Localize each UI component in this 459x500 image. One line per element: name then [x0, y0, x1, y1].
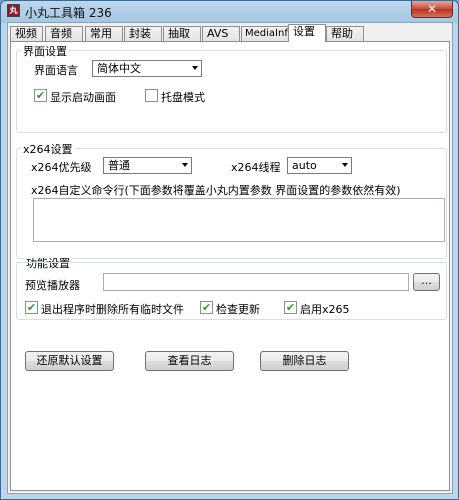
splash-label: 显示启动画面 — [50, 91, 116, 104]
view-log-button[interactable]: 查看日志 — [145, 351, 234, 371]
x264-priority-label: x264优先级 — [31, 161, 92, 174]
check-update-label: 检查更新 — [216, 303, 260, 316]
tab-mediainfo[interactable]: MediaInfo — [241, 26, 294, 41]
check-icon: ✔ — [285, 301, 296, 314]
delete-log-button[interactable]: 删除日志 — [260, 351, 349, 371]
title-bar[interactable]: 丸 小丸工具箱 236 ✕ — [1, 1, 458, 21]
language-select[interactable]: 简体中文 — [92, 60, 202, 77]
tab-mux[interactable]: 封装 — [124, 26, 162, 41]
tray-label: 托盘模式 — [161, 91, 205, 104]
tray-checkbox[interactable] — [145, 89, 158, 102]
func-settings-title: 功能设置 — [24, 255, 72, 271]
x264-priority-select[interactable]: 普通 — [103, 157, 192, 174]
x264-threads-label: x264线程 — [231, 161, 281, 174]
preview-player-label: 预览播放器 — [25, 279, 80, 292]
tab-settings[interactable]: 设置 — [288, 24, 326, 42]
chevron-down-icon — [182, 163, 188, 167]
x264-custom-cmd-label: x264自定义命令行(下面参数将覆盖小丸内置参数 界面设置的参数依然有效) — [31, 184, 401, 197]
client-area: 视频 音频 常用 封装 抽取 AVS MediaInfo 设置 帮助 界面设置 … — [7, 22, 453, 494]
delete-temp-label: 退出程序时删除所有临时文件 — [41, 303, 184, 316]
preview-player-input[interactable] — [103, 273, 409, 291]
ui-settings-group: 界面设置 界面语言 简体中文 ✔ 显示启动画面 托盘模式 — [16, 43, 447, 133]
tab-help[interactable]: 帮助 — [326, 26, 364, 41]
enable-x265-label: 启用x265 — [300, 303, 350, 316]
x264-threads-value: auto — [292, 159, 317, 172]
delete-temp-checkbox[interactable]: ✔ — [25, 301, 38, 314]
x264-custom-cmd-input[interactable] — [33, 198, 445, 242]
chevron-down-icon — [342, 163, 348, 167]
x264-priority-value: 普通 — [108, 159, 130, 172]
x264-settings-group: x264设置 x264优先级 普通 x264线程 auto x264自定义命令行… — [16, 141, 447, 259]
language-value: 简体中文 — [97, 62, 141, 75]
window-title: 小丸工具箱 236 — [25, 6, 112, 20]
tab-common[interactable]: 常用 — [85, 26, 123, 41]
chevron-down-icon — [192, 66, 198, 70]
splash-checkbox[interactable]: ✔ — [34, 89, 47, 102]
check-update-checkbox[interactable]: ✔ — [200, 301, 213, 314]
check-icon: ✔ — [26, 301, 37, 314]
tab-avs[interactable]: AVS — [202, 26, 240, 41]
x264-settings-title: x264设置 — [21, 141, 75, 157]
language-label: 界面语言 — [34, 64, 78, 77]
close-button[interactable]: ✕ — [411, 1, 453, 18]
app-icon[interactable]: 丸 — [7, 4, 20, 17]
browse-button[interactable]: ... — [413, 273, 440, 291]
tab-video[interactable]: 视频 — [10, 26, 43, 41]
restore-defaults-button[interactable]: 还原默认设置 — [25, 351, 114, 371]
tab-audio[interactable]: 音频 — [45, 26, 83, 41]
func-settings-top-border — [16, 262, 447, 263]
enable-x265-checkbox[interactable]: ✔ — [284, 301, 297, 314]
app-window: 丸 小丸工具箱 236 ✕ 视频 音频 常用 封装 抽取 AVS MediaIn… — [0, 0, 459, 500]
check-icon: ✔ — [201, 301, 212, 314]
x264-threads-select[interactable]: auto — [287, 157, 352, 174]
settings-panel: 界面设置 界面语言 简体中文 ✔ 显示启动画面 托盘模式 x264设置 x264… — [10, 41, 450, 491]
ui-settings-title: 界面设置 — [21, 43, 69, 59]
check-icon: ✔ — [35, 89, 46, 102]
tab-extract[interactable]: 抽取 — [163, 26, 201, 41]
